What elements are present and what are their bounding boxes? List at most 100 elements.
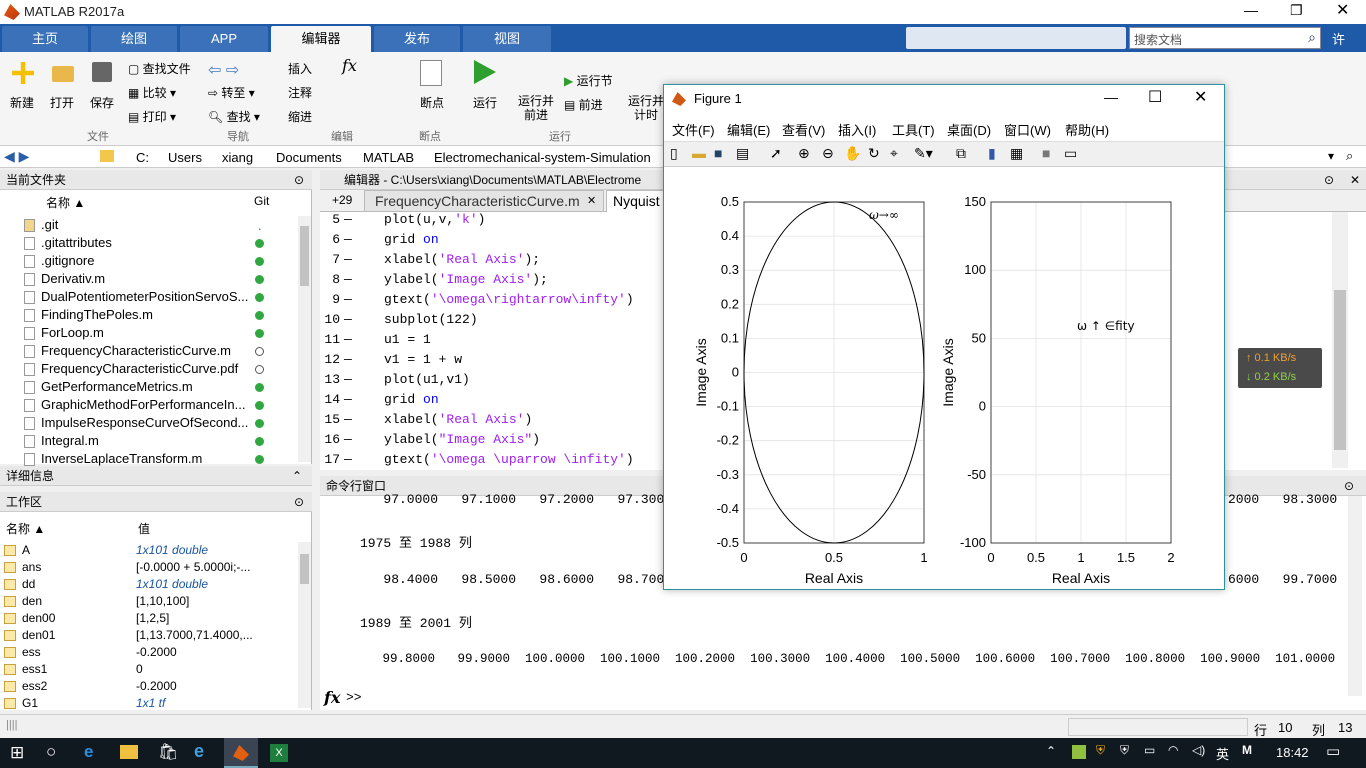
file-row[interactable]: .gitattributes (0, 234, 296, 252)
save-icon[interactable]: ■ (714, 145, 722, 161)
maximize-button[interactable]: ☐ (1148, 87, 1162, 107)
col-git-header[interactable]: Git (254, 194, 269, 208)
file-row[interactable]: .gitignore (0, 252, 296, 270)
matlab-taskbar-icon[interactable] (224, 738, 258, 768)
minimize-button[interactable]: — (1104, 89, 1118, 105)
battery-icon[interactable]: ▭ (1144, 743, 1155, 757)
details-header[interactable]: 详细信息 ⌃ (0, 466, 312, 486)
insert-button[interactable]: 插入 (288, 60, 312, 77)
variable-row[interactable]: dd 1x101 double (0, 576, 296, 593)
indent-button[interactable]: 缩进 (288, 108, 312, 125)
notification-icon[interactable]: ▭ (1326, 742, 1340, 760)
breadcrumb-users[interactable]: Users (168, 150, 202, 165)
print-icon[interactable]: ▤ (736, 145, 749, 162)
rotate-icon[interactable]: ↻ (868, 145, 880, 162)
close-button[interactable]: ✕ (1194, 87, 1207, 107)
print-button[interactable]: ▤ 打印 ▾ (128, 108, 176, 125)
code-line[interactable]: 8 — ylabel('Image Axis'); (322, 270, 662, 290)
security-icon[interactable]: ⛨ (1120, 743, 1129, 758)
ime-indicator[interactable]: 英 (1216, 744, 1229, 763)
variable-row[interactable]: ans [-0.0000 + 5.0000i;-... (0, 559, 296, 576)
file-row[interactable]: FrequencyCharacteristicCurve.m (0, 342, 296, 360)
hide-tools-icon[interactable]: ■ (1042, 145, 1050, 161)
file-row[interactable]: Derivativ.m (0, 270, 296, 288)
panel-menu-icon[interactable]: ⊙ (294, 170, 304, 190)
breakpoint-marker[interactable]: — (344, 450, 352, 470)
tab-frequency-file[interactable]: FrequencyCharacteristicCurve.m ✕ (364, 190, 604, 212)
search-input[interactable]: 搜索文档 ⌕ (1129, 27, 1321, 49)
cortana-icon[interactable]: ○ (46, 742, 56, 762)
open-icon[interactable]: ▬ (692, 145, 706, 161)
chevron-up-icon[interactable]: ⌃ (1046, 744, 1056, 758)
breakpoint-marker[interactable]: — (344, 330, 352, 350)
search-folder-icon[interactable]: ⌕ (1346, 148, 1353, 164)
breakpoint-marker[interactable]: — (344, 410, 352, 430)
file-row[interactable]: FrequencyCharacteristicCurve.pdf (0, 360, 296, 378)
edge-icon[interactable]: e (84, 742, 93, 762)
breakpoint-marker[interactable]: — (344, 290, 352, 310)
code-line[interactable]: 7 — xlabel('Real Axis'); (322, 250, 662, 270)
chevron-down-icon[interactable]: ▾ (1328, 149, 1334, 163)
breakpoints-button[interactable]: 断点 (414, 94, 450, 111)
run-button[interactable]: 运行 (466, 94, 504, 111)
breakpoint-marker[interactable]: — (344, 370, 352, 390)
code-line[interactable]: 11 — u1 = 1 (322, 330, 662, 350)
code-line[interactable]: 14 — grid on (322, 390, 662, 410)
variable-row[interactable]: A 1x101 double (0, 542, 296, 559)
clock[interactable]: 18:42 (1276, 745, 1309, 760)
brush-icon[interactable]: ✎▾ (914, 145, 933, 162)
variable-row[interactable]: den00 [1,2,5] (0, 610, 296, 627)
figmenu-edit[interactable]: 编辑(E) (727, 120, 770, 139)
figmenu-tools[interactable]: 工具(T) (892, 120, 935, 139)
breakpoint-marker[interactable]: — (344, 250, 352, 270)
figmenu-help[interactable]: 帮助(H) (1065, 120, 1109, 139)
breakpoint-marker[interactable]: — (344, 210, 352, 230)
scrollbar[interactable] (298, 216, 311, 462)
zoom-in-icon[interactable]: ⊕ (798, 145, 810, 162)
data-cursor-icon[interactable]: ⌖ (890, 145, 898, 162)
back-icon[interactable]: ◀ ▶ (4, 148, 29, 165)
advance-button[interactable]: ▤ 前进 (564, 96, 603, 113)
file-row[interactable]: GetPerformanceMetrics.m (0, 378, 296, 396)
fold-count[interactable]: +29 (332, 193, 352, 207)
tab-apps[interactable]: APP (180, 26, 268, 52)
code-line[interactable]: 12 — v1 = 1 + w (322, 350, 662, 370)
file-explorer-icon[interactable] (120, 745, 138, 759)
file-row[interactable]: GraphicMethodForPerformanceIn... (0, 396, 296, 414)
breadcrumb-xiang[interactable]: xiang (222, 150, 253, 165)
compare-button[interactable]: ▦ 比较 ▾ (128, 84, 176, 101)
ime-mode-icon[interactable]: M (1242, 743, 1252, 757)
tab-home[interactable]: 主页 (2, 26, 88, 52)
find-button[interactable]: 🔍︎ 查找 ▾ (208, 108, 260, 125)
minimize-button[interactable]: — (1244, 2, 1258, 18)
colorbar-icon[interactable]: ▮ (988, 145, 996, 162)
file-row[interactable]: FindingThePoles.m (0, 306, 296, 324)
breakpoint-marker[interactable]: — (344, 230, 352, 250)
breadcrumb-project[interactable]: Electromechanical-system-Simulation (434, 150, 651, 165)
new-button[interactable]: 新建 (4, 94, 40, 111)
code-line[interactable]: 17 — gtext('\omega \uparrow \infity') (322, 450, 662, 470)
tab-publish[interactable]: 发布 (374, 26, 460, 52)
goto-button[interactable]: ⇨ 转至 ▾ (208, 84, 255, 101)
breakpoint-marker[interactable]: — (344, 430, 352, 450)
chevron-up-icon[interactable]: ⌃ (292, 466, 302, 486)
shield-icon[interactable]: ⛨ (1096, 743, 1105, 758)
close-icon[interactable]: ✕ (1350, 170, 1360, 190)
ws-col-value[interactable]: 值 (138, 520, 150, 537)
run-section-button[interactable]: ▶ 运行节 (564, 72, 613, 89)
figmenu-window[interactable]: 窗口(W) (1004, 120, 1051, 139)
close-button[interactable]: ✕ (1336, 0, 1349, 20)
breadcrumb-c[interactable]: C: (136, 150, 149, 165)
close-icon[interactable]: ✕ (587, 194, 596, 207)
tab-view[interactable]: 视图 (463, 26, 551, 52)
store-icon[interactable]: 🛍︎ (158, 742, 178, 762)
windows-start-icon[interactable]: ⊞ (10, 743, 24, 763)
breakpoint-marker[interactable]: — (344, 270, 352, 290)
open-button[interactable]: 打开 (44, 94, 80, 111)
tab-plots[interactable]: 绘图 (91, 26, 177, 52)
file-row[interactable]: ImpulseResponseCurveOfSecond... (0, 414, 296, 432)
panel-menu-icon[interactable]: ⊙ (1324, 170, 1334, 190)
figure-window[interactable]: Figure 1 — ☐ ✕ 文件(F) 编辑(E) 查看(V) 插入(I) 工… (663, 84, 1225, 590)
breakpoint-marker[interactable]: — (344, 350, 352, 370)
file-row[interactable]: DualPotentiometerPositionServoS... (0, 288, 296, 306)
